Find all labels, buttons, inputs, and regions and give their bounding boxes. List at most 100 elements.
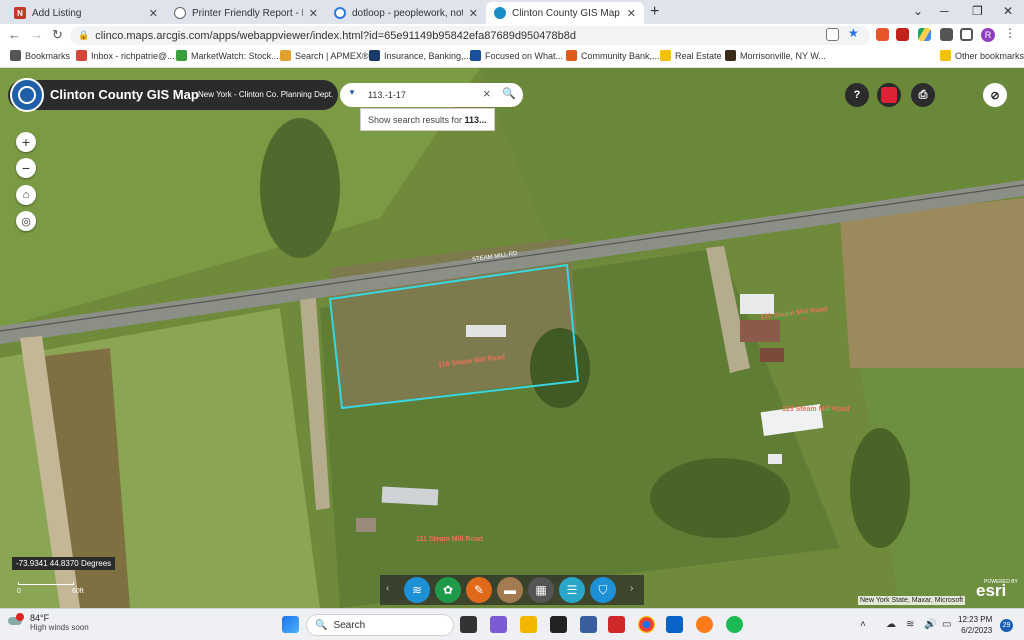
search-suggestion[interactable]: Show search results for 113... bbox=[360, 108, 495, 131]
dock-next-icon[interactable]: › bbox=[630, 583, 633, 594]
spotify-icon[interactable] bbox=[726, 616, 743, 633]
bookmark-item[interactable]: Focused on What... bbox=[470, 50, 563, 61]
wifi-icon[interactable]: ≋ bbox=[906, 619, 914, 630]
parcel-label[interactable]: 123 Steam Mill Road bbox=[782, 406, 850, 413]
search-input[interactable] bbox=[368, 87, 480, 103]
weather-widget[interactable]: 84°F High winds soon bbox=[8, 613, 89, 632]
map-view[interactable]: STEAM MILL RD 116 Steam Mill Road 121 St… bbox=[0, 68, 1024, 608]
print-button[interactable]: ⎙ bbox=[911, 83, 935, 107]
report-button[interactable] bbox=[877, 83, 901, 107]
home-button[interactable]: ⌂ bbox=[16, 185, 36, 205]
firefox-icon[interactable] bbox=[696, 616, 713, 633]
bookmark-item[interactable]: Insurance, Banking,... bbox=[369, 50, 471, 61]
forward-icon[interactable]: → bbox=[30, 27, 43, 42]
basemap-gallery-icon: ✿ bbox=[442, 583, 454, 597]
bookmark-folder-other[interactable]: Other bookmarks bbox=[940, 50, 1024, 61]
extension-icon[interactable] bbox=[876, 28, 889, 41]
draw-button[interactable]: ✎ bbox=[466, 577, 492, 603]
toggle-visibility-button[interactable]: ⊘ bbox=[983, 83, 1007, 107]
select-button[interactable]: ⛉ bbox=[590, 577, 616, 603]
outlook-icon[interactable] bbox=[666, 616, 683, 633]
bookmark-item[interactable]: Search | APMEX® bbox=[280, 50, 369, 61]
file-explorer-icon[interactable] bbox=[520, 616, 537, 633]
globe-icon bbox=[174, 7, 186, 19]
insurance-icon bbox=[369, 50, 380, 61]
bookmark-item[interactable]: Bookmarks bbox=[10, 50, 70, 61]
report-icon bbox=[881, 87, 897, 103]
windows-start-icon[interactable] bbox=[282, 616, 299, 633]
new-tab-button[interactable]: + bbox=[650, 3, 659, 21]
locate-button[interactable]: ◎ bbox=[16, 211, 36, 231]
parcel-label[interactable]: 111 Steam Mill Road bbox=[416, 536, 483, 543]
taskbar-search[interactable]: 🔍 Search bbox=[306, 614, 454, 636]
chrome-icon[interactable] bbox=[638, 616, 655, 633]
side-panel-icon[interactable] bbox=[960, 28, 973, 41]
draw-icon: ✎ bbox=[473, 583, 485, 597]
adobe-icon[interactable] bbox=[896, 28, 909, 41]
google-drive-icon[interactable] bbox=[918, 28, 931, 41]
menu-icon[interactable]: ⋮ bbox=[1004, 26, 1017, 40]
app-icon[interactable] bbox=[608, 616, 625, 633]
app-subtitle: New York - Clinton Co. Planning Dept. bbox=[198, 90, 334, 99]
aerial-imagery bbox=[0, 68, 1024, 608]
teams-icon[interactable] bbox=[490, 616, 507, 633]
weather-site-icon bbox=[725, 50, 736, 61]
profile-avatar[interactable]: R bbox=[981, 28, 995, 42]
bank-icon bbox=[566, 50, 577, 61]
star-icon bbox=[470, 50, 481, 61]
close-tab-icon[interactable]: ✕ bbox=[469, 7, 478, 20]
tab-clinton-gis[interactable]: Clinton County GIS Map ✕ bbox=[486, 2, 644, 24]
clock[interactable]: 12:23 PM 6/2/2023 bbox=[958, 614, 992, 636]
close-tab-icon[interactable]: ✕ bbox=[627, 7, 636, 20]
tab-dotloop[interactable]: dotloop - peoplework, not paper ✕ bbox=[326, 2, 486, 24]
help-button[interactable]: ? bbox=[845, 83, 869, 107]
chevron-down-icon[interactable]: ⌄ bbox=[913, 4, 923, 18]
address-bar[interactable]: 🔒 clinco.maps.arcgis.com/apps/webappview… bbox=[70, 26, 870, 45]
task-view-icon[interactable] bbox=[460, 616, 477, 633]
layers-button[interactable]: ≋ bbox=[404, 577, 430, 603]
app-header: Clinton County GIS Map New York - Clinto… bbox=[8, 78, 338, 112]
netflix-favicon-icon: N bbox=[14, 7, 26, 19]
dock-prev-icon[interactable]: ‹ bbox=[386, 583, 389, 594]
battery-icon[interactable]: ▭ bbox=[942, 619, 951, 630]
measure-button[interactable]: ▬ bbox=[497, 577, 523, 603]
share-icon[interactable] bbox=[826, 28, 839, 41]
list-icon: ☰ bbox=[566, 583, 578, 597]
search-source-dropdown-icon[interactable]: ▾ bbox=[344, 87, 360, 103]
bookmark-item[interactable]: MarketWatch: Stock... bbox=[176, 50, 279, 61]
bookmark-item[interactable]: Inbox - richpatrie@... bbox=[76, 50, 175, 61]
volume-icon[interactable]: 🔊 bbox=[924, 619, 936, 630]
legend-button[interactable]: ☰ bbox=[559, 577, 585, 603]
clear-search-icon[interactable]: × bbox=[483, 86, 491, 101]
close-tab-icon[interactable]: ✕ bbox=[149, 7, 158, 20]
bookmark-item[interactable]: Community Bank,... bbox=[566, 50, 660, 61]
calculator-icon[interactable] bbox=[580, 616, 597, 633]
zoom-in-button[interactable]: + bbox=[16, 132, 36, 152]
tab-add-listing[interactable]: N Add Listing ✕ bbox=[6, 2, 166, 24]
onedrive-icon[interactable]: ☁ bbox=[886, 619, 896, 630]
tab-printer-report[interactable]: Printer Friendly Report - Image M ✕ bbox=[166, 2, 326, 24]
notification-badge[interactable]: 29 bbox=[1000, 619, 1013, 632]
app-title: Clinton County GIS Map bbox=[50, 87, 199, 102]
weather-icon bbox=[8, 613, 24, 629]
close-tab-icon[interactable]: ✕ bbox=[309, 7, 318, 20]
search-icon[interactable]: 🔍 bbox=[502, 87, 516, 100]
back-icon[interactable]: ← bbox=[8, 27, 21, 42]
minimize-icon[interactable]: ─ bbox=[940, 4, 949, 18]
grid-button[interactable]: ▦ bbox=[528, 577, 554, 603]
close-window-icon[interactable]: ✕ bbox=[1003, 4, 1013, 18]
reload-icon[interactable]: ↻ bbox=[52, 27, 63, 43]
download-icon[interactable] bbox=[940, 28, 953, 41]
dell-icon[interactable] bbox=[550, 616, 567, 633]
windows-taskbar: 84°F High winds soon 🔍 Search ˄ ☁ ≋ 🔊 ▭ … bbox=[0, 608, 1024, 640]
zoom-out-button[interactable]: − bbox=[16, 158, 36, 178]
esri-logo[interactable]: esri bbox=[976, 581, 1006, 601]
bookmark-item[interactable]: Morrisonville, NY W... bbox=[725, 50, 826, 61]
restore-icon[interactable]: ❐ bbox=[972, 4, 983, 18]
folder-icon bbox=[660, 50, 671, 61]
basemap-button[interactable]: ✿ bbox=[435, 577, 461, 603]
star-icon[interactable]: ★ bbox=[848, 26, 861, 40]
chevron-up-icon[interactable]: ˄ bbox=[860, 619, 866, 630]
layers-icon: ≋ bbox=[411, 583, 423, 597]
bookmark-folder[interactable]: Real Estate bbox=[660, 50, 722, 61]
